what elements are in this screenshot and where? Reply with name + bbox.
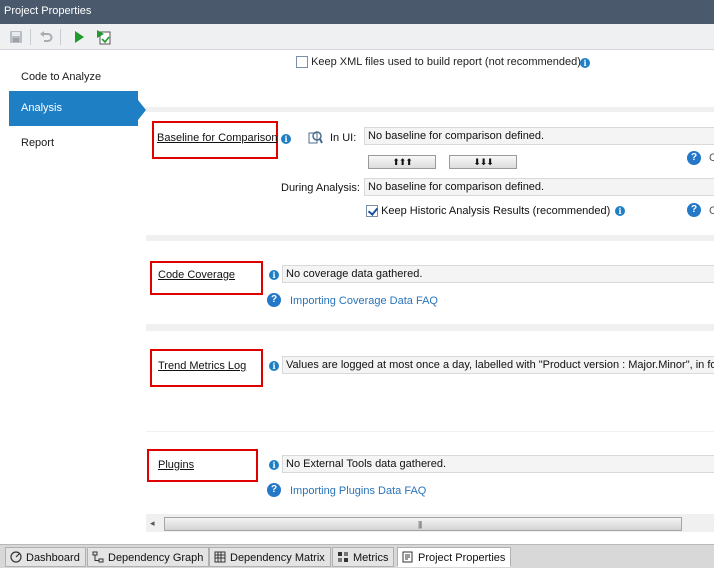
scrollbar-thumb[interactable] (164, 517, 682, 531)
info-icon[interactable]: i (269, 460, 279, 470)
tab-label: Metrics (353, 552, 389, 564)
coverage-faq-link[interactable]: Importing Coverage Data FAQ (290, 295, 438, 307)
truncated-link[interactable]: C (709, 152, 714, 164)
help-icon[interactable]: ? (687, 203, 701, 217)
keep-xml-option[interactable]: Keep XML files used to build report (not… (296, 56, 581, 69)
run-analysis-icon (75, 31, 84, 43)
keep-historic-label: Keep Historic Analysis Results (recommen… (381, 205, 611, 217)
help-icon[interactable]: ? (687, 151, 701, 165)
undo-icon (40, 31, 53, 42)
trend-metrics-field[interactable]: Values are logged at most once a day, la… (282, 356, 714, 374)
compare-icon (308, 131, 323, 144)
trend-metrics-title[interactable]: Trend Metrics Log (158, 360, 246, 372)
run-analysis-button[interactable] (70, 28, 88, 46)
dependency-graph-icon (92, 551, 104, 563)
plugins-faq-link[interactable]: Importing Plugins Data FAQ (290, 485, 426, 497)
metrics-icon (338, 552, 348, 562)
keep-historic-checkbox[interactable] (366, 205, 378, 218)
plugins-field[interactable]: No External Tools data gathered. (282, 455, 714, 473)
info-icon[interactable]: i (615, 206, 625, 216)
tab-label: Dependency Matrix (230, 552, 325, 564)
tab-dashboard[interactable]: Dashboard (5, 547, 86, 567)
truncated-link[interactable]: C (709, 205, 714, 217)
sidebar-item-label: Analysis (21, 102, 62, 114)
save-button[interactable] (7, 28, 25, 46)
properties-sidebar: Code to Analyze Analysis Report (0, 51, 146, 544)
horizontal-scrollbar[interactable]: ◂ ||| (146, 516, 714, 532)
tab-metrics[interactable]: Metrics (332, 547, 395, 567)
keep-historic-option[interactable]: Keep Historic Analysis Results (recommen… (366, 205, 611, 218)
sidebar-item-label: Code to Analyze (21, 71, 102, 83)
help-icon[interactable]: ? (267, 483, 281, 497)
plugins-title[interactable]: Plugins (158, 459, 194, 471)
in-ui-label: In UI: (330, 132, 357, 144)
baseline-down-button[interactable]: ⬇⬇⬇ (449, 155, 517, 169)
keep-xml-label: Keep XML files used to build report (not… (311, 56, 581, 68)
save-icon (10, 31, 22, 43)
baseline-title[interactable]: Baseline for Comparison (157, 132, 277, 144)
analysis-settings-panel: Keep XML files used to build report (not… (146, 51, 714, 516)
dashboard-icon (10, 551, 22, 563)
toolbar (0, 24, 714, 50)
sidebar-item-code-to-analyze[interactable]: Code to Analyze (9, 60, 138, 95)
sidebar-item-label: Report (21, 137, 55, 149)
scrollbar-grip: ||| (418, 520, 422, 529)
toolbar-separator (60, 29, 61, 45)
bottom-tab-bar: Dashboard Dependency Graph Dependency Ma… (0, 544, 714, 568)
keep-xml-checkbox[interactable] (296, 56, 308, 69)
in-ui-baseline-field[interactable]: No baseline for comparison defined. (364, 127, 714, 145)
code-coverage-title[interactable]: Code Coverage (158, 269, 235, 281)
active-item-pointer (138, 100, 146, 120)
run-report-button[interactable] (95, 28, 113, 46)
tab-label: Dependency Graph (108, 552, 204, 564)
info-icon[interactable]: i (269, 270, 279, 280)
tab-label: Dashboard (26, 552, 80, 564)
sidebar-item-analysis[interactable]: Analysis (9, 91, 138, 126)
window-title: Project Properties (4, 5, 92, 17)
info-icon[interactable]: i (580, 58, 590, 68)
project-properties-icon (402, 551, 413, 563)
run-report-icon (97, 30, 111, 45)
during-analysis-label: During Analysis: (281, 182, 360, 194)
info-icon[interactable]: i (269, 361, 279, 371)
tab-dependency-matrix[interactable]: Dependency Matrix (209, 547, 331, 567)
tab-project-properties[interactable]: Project Properties (397, 547, 512, 567)
toolbar-separator (30, 29, 31, 45)
during-analysis-baseline-field[interactable]: No baseline for comparison defined. (364, 178, 714, 196)
scroll-left-arrow-icon[interactable]: ◂ (150, 518, 155, 529)
help-icon[interactable]: ? (267, 293, 281, 307)
code-coverage-field[interactable]: No coverage data gathered. (282, 265, 714, 283)
info-icon[interactable]: i (281, 134, 291, 144)
sidebar-item-report[interactable]: Report (9, 126, 138, 161)
baseline-up-button[interactable]: ⬆⬆⬆ (368, 155, 436, 169)
window-title-bar: Project Properties (0, 0, 714, 24)
tab-dependency-graph[interactable]: Dependency Graph (87, 547, 210, 567)
tab-label: Project Properties (418, 552, 506, 564)
undo-button[interactable] (37, 28, 55, 46)
dependency-matrix-icon (214, 551, 226, 563)
